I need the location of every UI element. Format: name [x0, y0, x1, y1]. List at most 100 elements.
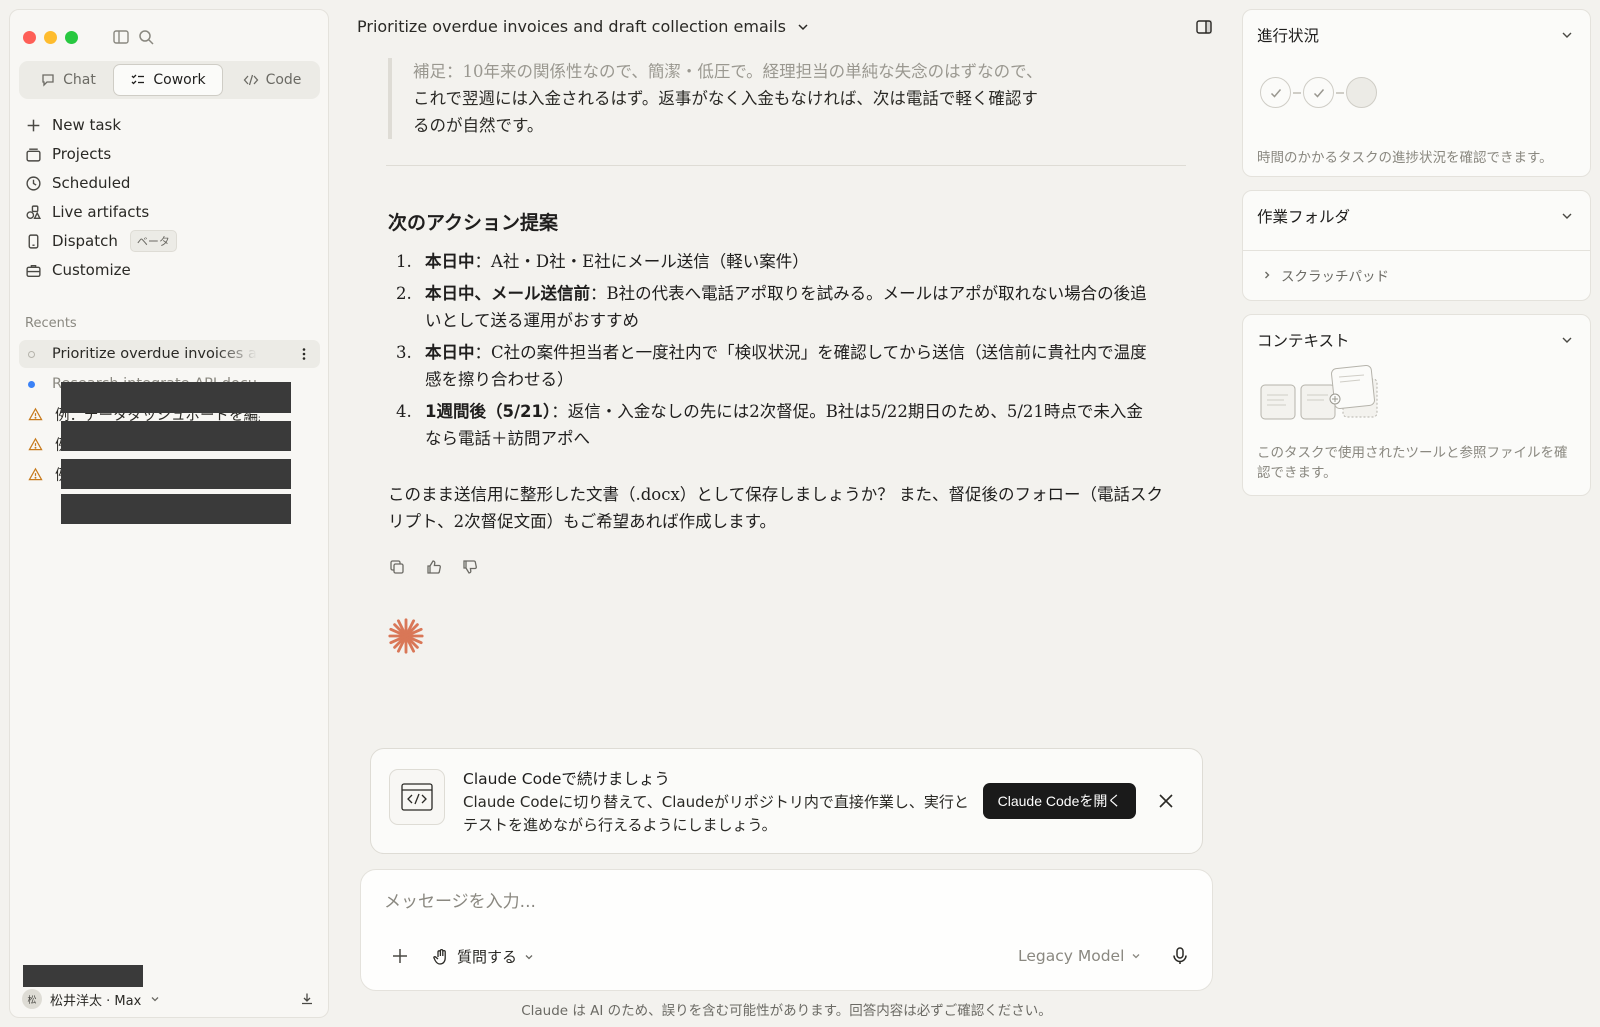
code-window-icon [389, 769, 445, 825]
action-text: ：C社の案件担当者と一度社内で「検収状況」を確認してから送信（送信前に貴社内で温… [425, 343, 1147, 389]
action-item: 4. 1週間後（5/21）：返信・入金なしの先には2次督促。B社は5/22期日のた… [388, 398, 1158, 452]
customize-label: Customize [52, 261, 131, 279]
dispatch-item[interactable]: Dispatch ベータ [25, 228, 177, 254]
action-number: 2. [396, 284, 412, 303]
user-menu[interactable]: 松 松井洋太 · Max [22, 988, 161, 1010]
quote-line: 補足：10年来の関係性なので、簡潔・低圧で。経理担当の単純な失念のはずなので、 [413, 62, 1043, 81]
action-item: 3. 本日中：C社の案件担当者と一度社内で「検収状況」を確認してから送信（送信前に… [388, 339, 1158, 393]
promo-body: Claude Codeに切り替えて、Claudeがリポジトリ内で直接作業し、実行… [463, 793, 969, 834]
blockquote: 補足：10年来の関係性なので、簡潔・低圧で。経理担当の単純な失念のはずなので、 … [388, 58, 1108, 139]
chevron-down-icon[interactable] [1560, 28, 1574, 42]
divider [1243, 250, 1590, 251]
live-artifacts-label: Live artifacts [52, 203, 150, 221]
recents-heading: Recents [25, 316, 77, 331]
more-options-icon[interactable] [296, 346, 312, 362]
phone-icon [28, 233, 39, 249]
action-bold: 本日中 [425, 252, 475, 271]
close-icon[interactable] [1155, 790, 1177, 812]
step-complete-icon [1303, 77, 1334, 108]
quote-line: これで翌週には入金されるはず。返事がなく入金もなければ、次は電話で軽く確認す [413, 89, 1038, 108]
promo-title: Claude Codeで続けましょう [463, 770, 670, 788]
section-heading: 次のアクション提案 [388, 212, 559, 234]
action-number: 4. [396, 402, 412, 421]
action-bold: 1週間後（5/21） [425, 402, 552, 421]
claude-code-promo: Claude Codeで続けましょう Claude Codeに切り替えて、Cla… [370, 748, 1203, 854]
scratchpad-label: スクラッチパッド [1281, 269, 1389, 285]
panel-toggle-icon[interactable] [1194, 17, 1214, 37]
redaction-block [23, 965, 143, 987]
conversation-title[interactable]: Prioritize overdue invoices and draft co… [357, 17, 810, 36]
context-title: コンテキスト [1257, 332, 1350, 350]
scheduled-item[interactable]: Scheduled [25, 170, 130, 196]
chevron-down-icon [1132, 954, 1140, 959]
action-bold: 本日中 [425, 343, 475, 362]
mode-code-label: Code [265, 72, 302, 88]
search-icon[interactable] [136, 27, 156, 47]
action-number: 3. [396, 343, 412, 362]
scheduled-label: Scheduled [52, 174, 131, 192]
status-dot [28, 350, 35, 358]
context-panel: コンテキスト このタスクで使用されたツールと参照ファイルを確認できます。 [1242, 314, 1591, 496]
step-pending-icon [1346, 77, 1377, 108]
message-input[interactable] [384, 892, 1164, 912]
thumbs-up-icon[interactable] [424, 557, 444, 577]
step-connector [1293, 92, 1301, 94]
beta-badge: ベータ [129, 230, 177, 252]
mode-cowork-tab[interactable]: Cowork [113, 64, 223, 96]
recent-item[interactable]: Prioritize overdue invoices and draft co… [19, 340, 320, 368]
redaction-block [61, 494, 291, 524]
mode-chat-tab[interactable]: Chat [23, 64, 113, 96]
quote-line: るのが自然です。 [413, 116, 544, 135]
chevron-down-icon [798, 23, 808, 30]
chevron-right-icon [1265, 271, 1270, 279]
mode-code-tab[interactable]: Code [226, 64, 318, 96]
ask-mode-selector[interactable]: 質問する [431, 946, 535, 967]
action-number: 1. [396, 252, 412, 271]
redaction-block [61, 382, 291, 413]
context-files-illustration [1260, 365, 1378, 420]
mode-switch: Chat Cowork Code [19, 61, 320, 99]
clock-icon [26, 175, 41, 191]
thumbs-down-icon[interactable] [460, 557, 480, 577]
scratchpad-item[interactable]: スクラッチパッド [1261, 265, 1389, 285]
step-complete-icon [1260, 77, 1291, 108]
microphone-icon[interactable] [1169, 945, 1191, 967]
closing-paragraph: このまま送信用に整形した文書（.docx）として保存しましょうか？ また、督促後… [388, 485, 1164, 531]
briefcase-icon [26, 264, 41, 277]
warning-icon [28, 437, 43, 450]
progress-panel: 進行状況 時間のかかるタスクの進捗状況を確認できます。 [1242, 9, 1591, 177]
working-folder-panel: 作業フォルダ スクラッチパッド [1242, 190, 1591, 301]
conversation-title-text: Prioritize overdue invoices and draft co… [357, 17, 786, 36]
user-name: 松井洋太 · Max [50, 993, 142, 1009]
avatar: 松 [22, 989, 42, 1009]
copy-icon[interactable] [387, 557, 407, 577]
folder-title: 作業フォルダ [1257, 208, 1351, 226]
open-claude-code-button[interactable]: Claude Codeを開く [983, 783, 1136, 819]
live-artifacts-item[interactable]: Live artifacts [25, 199, 149, 225]
action-list: 1. 本日中：A社・D社・E社にメール送信（軽い案件） 2. 本日中、メール送信前：… [388, 248, 1158, 457]
new-task-item[interactable]: New task [25, 112, 121, 138]
window-close-button[interactable] [23, 31, 36, 44]
disclaimer: Claude は AI のため、誤りを含む可能性があります。回答内容は必ずご確認… [521, 1003, 1052, 1019]
download-icon[interactable] [299, 991, 315, 1007]
customize-item[interactable]: Customize [25, 257, 131, 283]
model-selector[interactable]: Legacy Model [1018, 947, 1142, 965]
context-description: このタスクで使用されたツールと参照ファイルを確認できます。 [1257, 445, 1568, 481]
warning-icon [28, 407, 43, 420]
claude-spark-icon [388, 618, 424, 654]
sidebar-toggle-icon[interactable] [111, 27, 131, 47]
sidebar: Chat Cowork Code New task Projects Sched… [9, 9, 329, 1018]
add-attachment-icon[interactable] [389, 945, 411, 967]
redaction-block [61, 459, 291, 489]
ask-mode-label: 質問する [457, 948, 518, 966]
chevron-down-icon[interactable] [1560, 209, 1574, 223]
model-label: Legacy Model [1018, 947, 1125, 965]
chevron-down-icon [151, 997, 159, 1002]
window-zoom-button[interactable] [65, 31, 78, 44]
window-minimize-button[interactable] [44, 31, 57, 44]
chevron-down-icon[interactable] [1560, 333, 1574, 347]
projects-item[interactable]: Projects [25, 141, 111, 167]
shapes-icon [26, 204, 41, 219]
action-item: 1. 本日中：A社・D社・E社にメール送信（軽い案件） [388, 248, 1158, 275]
hand-icon [433, 948, 446, 965]
